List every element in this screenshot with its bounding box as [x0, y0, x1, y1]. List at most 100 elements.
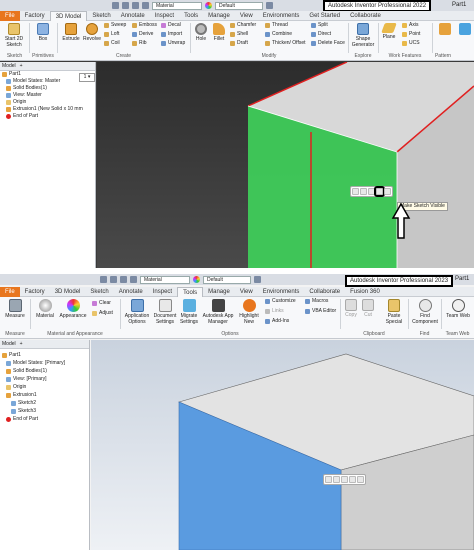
- fx-icon[interactable]: [254, 276, 261, 283]
- tab-sketch[interactable]: Sketch: [85, 287, 113, 297]
- tab-file[interactable]: File: [0, 10, 20, 21]
- viewport-2023[interactable]: [91, 340, 474, 550]
- chamfer-button[interactable]: Chamfer: [230, 22, 256, 29]
- new-icon[interactable]: [112, 2, 119, 9]
- start-sketch-button[interactable]: Start 2D Sketch: [2, 23, 26, 48]
- mini-tool-1-icon[interactable]: [325, 476, 332, 483]
- adjust-button[interactable]: Adjust: [92, 310, 113, 317]
- tab-sketch[interactable]: Sketch: [87, 11, 115, 21]
- open-icon[interactable]: [110, 276, 117, 283]
- tree-item-solid-bodies[interactable]: Solid Bodies(1): [2, 85, 95, 92]
- tab-collaborate[interactable]: Collaborate: [304, 287, 345, 297]
- tab-manage[interactable]: Manage: [203, 287, 235, 297]
- derive-button[interactable]: Derive: [132, 31, 153, 38]
- appearance-icon[interactable]: [205, 2, 212, 9]
- material-select[interactable]: Material: [140, 275, 190, 284]
- revolve-button[interactable]: Revolve: [81, 23, 103, 42]
- app-manager-button[interactable]: Autodesk App Manager: [200, 299, 236, 325]
- make-sketch-visible-icon[interactable]: [374, 186, 385, 197]
- customize-button[interactable]: Customize: [265, 298, 296, 305]
- measure-button[interactable]: Measure: [4, 299, 26, 319]
- tab-collaborate[interactable]: Collaborate: [345, 11, 386, 21]
- plane-button[interactable]: Plane: [380, 23, 398, 40]
- tab-environments[interactable]: Environments: [258, 287, 305, 297]
- undo-icon[interactable]: [130, 276, 137, 283]
- tab-3d-model[interactable]: 3D Model: [50, 287, 86, 297]
- freeform-button[interactable]: [458, 23, 472, 36]
- tree-item-origin[interactable]: Origin: [2, 99, 95, 106]
- appearance-select[interactable]: Default: [215, 1, 263, 10]
- browser-search-box[interactable]: 1 ▾: [79, 73, 95, 82]
- application-options-button[interactable]: Application Options: [122, 299, 152, 325]
- browser-add-icon[interactable]: +: [20, 62, 23, 70]
- tab-manage[interactable]: Manage: [203, 11, 235, 21]
- combine-button[interactable]: Combine: [265, 31, 292, 38]
- tab-view[interactable]: View: [235, 11, 258, 21]
- tab-inspect[interactable]: Inspect: [148, 287, 177, 297]
- tab-inspect[interactable]: Inspect: [150, 11, 179, 21]
- browser-tab-model[interactable]: Model: [2, 62, 16, 70]
- tab-annotate[interactable]: Annotate: [116, 11, 150, 21]
- undo-icon[interactable]: [142, 2, 149, 9]
- viewport-2022[interactable]: Make Sketch Visible: [97, 62, 474, 268]
- delete-face-button[interactable]: Delete Face: [311, 40, 345, 47]
- macros-button[interactable]: Macros: [305, 298, 328, 305]
- mini-tool-5-icon[interactable]: [384, 188, 391, 195]
- mini-tool-1-icon[interactable]: [352, 188, 359, 195]
- mini-tool-5-icon[interactable]: [357, 476, 364, 483]
- shape-generator-button[interactable]: Shape Generator: [350, 23, 376, 48]
- ucs-button[interactable]: UCS: [402, 40, 420, 47]
- coil-button[interactable]: Coil: [104, 40, 120, 47]
- tree-item-view[interactable]: View: Master: [2, 92, 95, 99]
- thicken-offset-button[interactable]: Thicken/ Offset: [265, 40, 306, 47]
- split-button[interactable]: Split: [311, 22, 328, 29]
- tab-annotate[interactable]: Annotate: [114, 287, 148, 297]
- tree-item-solid-bodies[interactable]: Solid Bodies(1): [2, 367, 89, 375]
- tab-tools[interactable]: Tools: [177, 286, 204, 297]
- appearance-select[interactable]: Default: [203, 275, 251, 284]
- find-component-button[interactable]: Find Component: [409, 299, 441, 325]
- tree-item-end-of-part[interactable]: End of Part: [2, 113, 95, 120]
- tree-item-model-states[interactable]: Model States: [Primary]: [2, 359, 89, 367]
- material-button[interactable]: Material: [33, 299, 57, 319]
- save-icon[interactable]: [132, 2, 139, 9]
- tab-environments[interactable]: Environments: [258, 11, 305, 21]
- tree-item-extrusion[interactable]: Extrusion1 (New Solid x 10 mm: [2, 106, 95, 113]
- tab-3d-model[interactable]: 3D Model: [49, 10, 88, 21]
- tab-factory[interactable]: Factory: [20, 287, 50, 297]
- appearance-icon[interactable]: [193, 276, 200, 283]
- fillet-button[interactable]: Fillet: [210, 23, 228, 42]
- browser-tab-model[interactable]: Model: [2, 340, 16, 348]
- axis-button[interactable]: Axis: [402, 22, 418, 29]
- tab-fusion-360[interactable]: Fusion 360: [345, 287, 385, 297]
- pattern-button[interactable]: [438, 23, 452, 36]
- emboss-button[interactable]: Emboss: [132, 22, 157, 29]
- migrate-settings-button[interactable]: Migrate Settings: [178, 299, 200, 325]
- tree-item-origin[interactable]: Origin: [2, 383, 89, 391]
- draft-button[interactable]: Draft: [230, 40, 248, 47]
- clear-button[interactable]: Clear: [92, 300, 111, 307]
- mini-tool-2-icon[interactable]: [360, 188, 367, 195]
- tree-item-view[interactable]: View: [Primary]: [2, 375, 89, 383]
- box-button[interactable]: Box: [33, 23, 53, 42]
- vba-editor-button[interactable]: VBA Editor: [305, 308, 336, 315]
- mini-tool-3-icon[interactable]: [341, 476, 348, 483]
- save-icon[interactable]: [120, 276, 127, 283]
- tab-factory[interactable]: Factory: [20, 11, 50, 21]
- hole-button[interactable]: Hole: [193, 23, 209, 42]
- paste-special-button[interactable]: Paste Special: [380, 299, 408, 325]
- tab-tools[interactable]: Tools: [179, 11, 203, 21]
- extrude-button[interactable]: Extrude: [60, 23, 82, 42]
- unwrap-button[interactable]: Unwrap: [161, 40, 185, 47]
- mini-tool-2-icon[interactable]: [333, 476, 340, 483]
- thread-button[interactable]: Thread: [265, 22, 288, 29]
- add-ins-button[interactable]: Add-Ins: [265, 318, 289, 325]
- tab-file[interactable]: File: [0, 286, 20, 297]
- browser-add-icon[interactable]: +: [20, 340, 23, 348]
- point-button[interactable]: Point: [402, 31, 420, 38]
- team-web-button[interactable]: Team Web: [444, 299, 472, 319]
- new-icon[interactable]: [100, 276, 107, 283]
- import-button[interactable]: Import: [161, 31, 182, 38]
- fx-icon[interactable]: [266, 2, 273, 9]
- tab-view[interactable]: View: [235, 287, 258, 297]
